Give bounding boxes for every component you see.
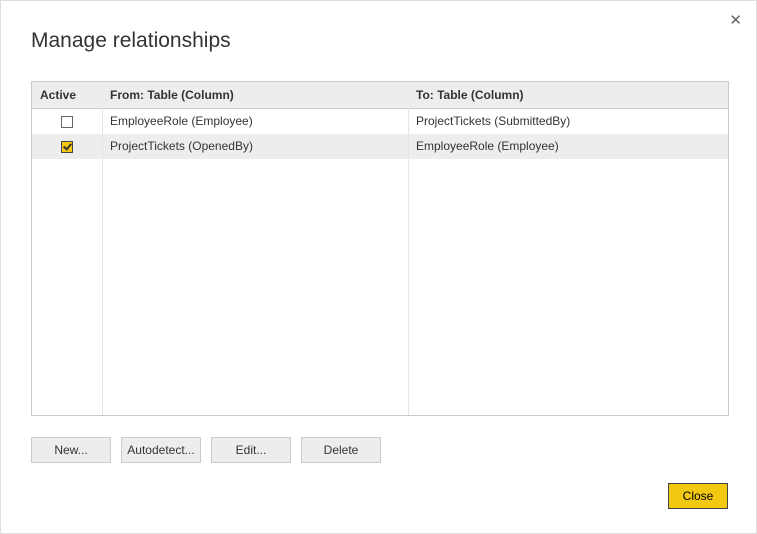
edit-button[interactable]: Edit... [211,437,291,463]
from-cell: ProjectTickets (OpenedBy) [102,134,408,159]
table-header-row: Active From: Table (Column) To: Table (C… [32,82,728,109]
close-row: Close [668,483,728,509]
from-cell: EmployeeRole (Employee) [102,109,408,134]
to-cell: EmployeeRole (Employee) [408,134,728,159]
relationships-table: Active From: Table (Column) To: Table (C… [31,81,729,416]
active-cell [32,134,102,159]
autodetect-button[interactable]: Autodetect... [121,437,201,463]
header-from[interactable]: From: Table (Column) [102,82,408,109]
to-cell: ProjectTickets (SubmittedBy) [408,109,728,134]
close-icon[interactable]: ✕ [729,11,742,29]
action-buttons: New... Autodetect... Edit... Delete [31,437,381,463]
active-checkbox[interactable] [61,141,73,153]
column-divider [408,108,409,415]
table-row[interactable]: EmployeeRole (Employee)ProjectTickets (S… [32,109,728,134]
active-checkbox[interactable] [61,116,73,128]
close-button[interactable]: Close [668,483,728,509]
active-cell [32,109,102,134]
dialog-title: Manage relationships [31,29,231,53]
table-row[interactable]: ProjectTickets (OpenedBy)EmployeeRole (E… [32,134,728,159]
header-active[interactable]: Active [32,82,102,109]
column-divider [102,108,103,415]
delete-button[interactable]: Delete [301,437,381,463]
new-button[interactable]: New... [31,437,111,463]
header-to[interactable]: To: Table (Column) [408,82,728,109]
